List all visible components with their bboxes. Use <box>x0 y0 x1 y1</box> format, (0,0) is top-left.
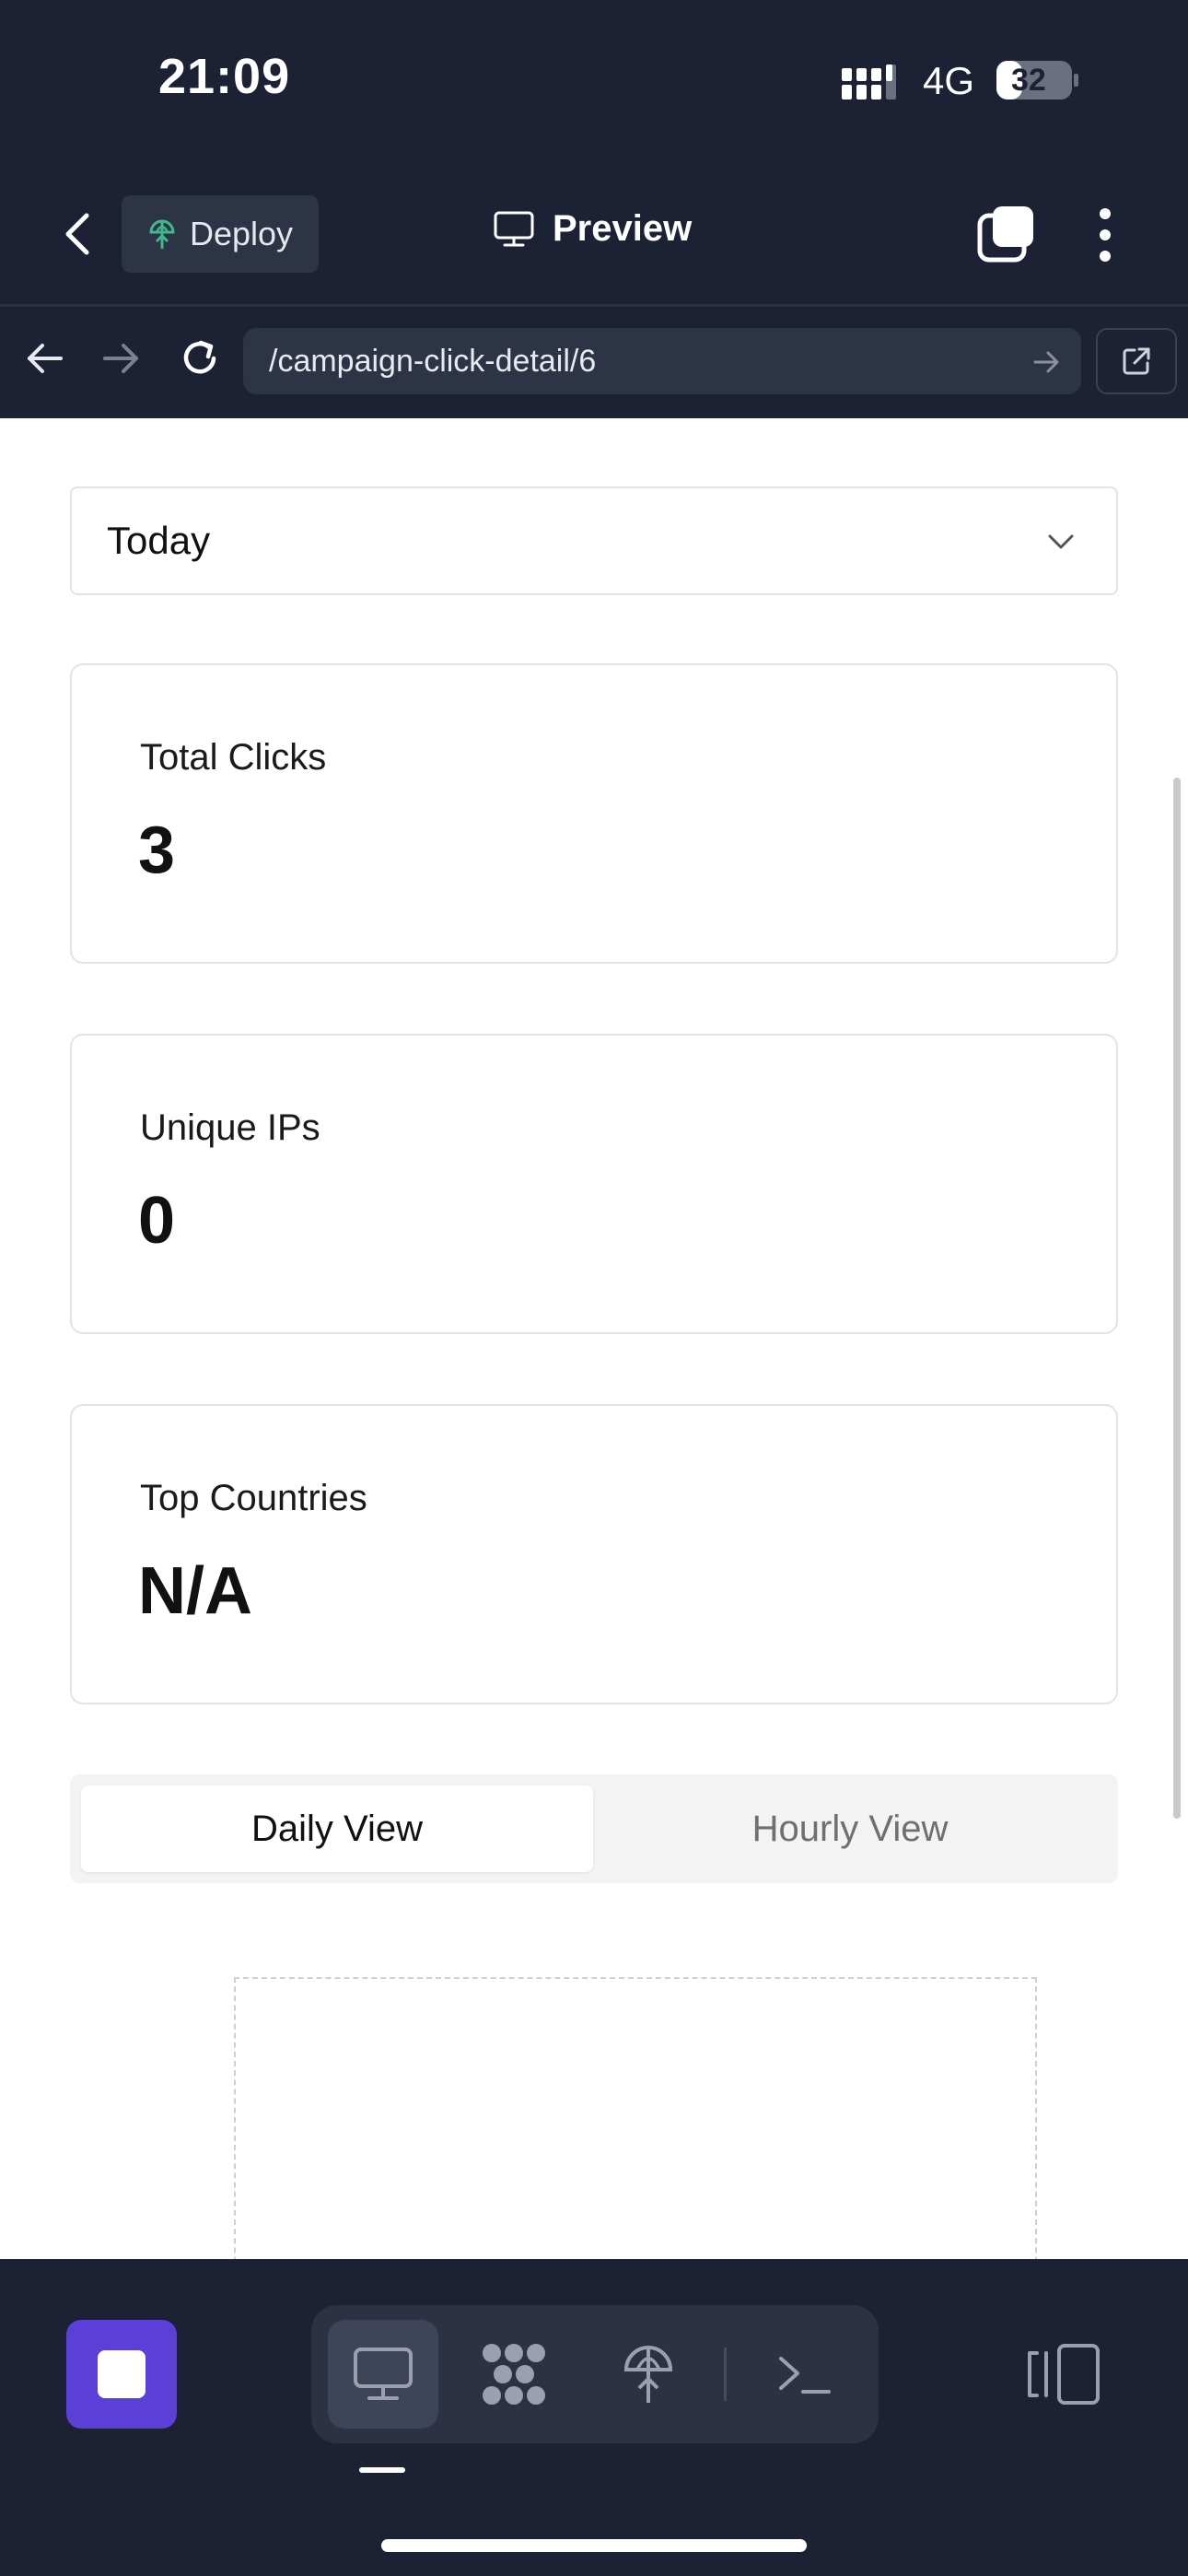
stat-value: 3 <box>138 814 176 887</box>
globe-icon <box>623 2346 673 2403</box>
chevron-down-icon <box>1048 534 1074 549</box>
url-text: /campaign-click-detail/6 <box>269 343 597 379</box>
deploy-button[interactable]: Deploy <box>122 195 319 273</box>
stat-card-unique-ips: Unique IPs 0 <box>70 1034 1118 1334</box>
stat-label: Unique IPs <box>140 1107 320 1148</box>
stop-icon <box>98 2350 146 2398</box>
view-toggle: Daily View Hourly View <box>70 1774 1118 1883</box>
scrollbar[interactable] <box>1173 778 1181 1819</box>
stat-value: 0 <box>138 1184 176 1258</box>
url-input[interactable]: /campaign-click-detail/6 <box>243 328 1081 394</box>
tool-group <box>311 2305 879 2443</box>
date-range-value: Today <box>107 519 211 562</box>
apps-icon <box>483 2344 545 2405</box>
active-tab-indicator <box>359 2467 405 2473</box>
open-external-button[interactable] <box>1096 328 1177 394</box>
chart-placeholder <box>234 1977 1037 2259</box>
tool-deploy-button[interactable] <box>593 2320 704 2429</box>
external-link-icon <box>1123 347 1150 375</box>
terminal-icon <box>779 2357 831 2394</box>
arrow-left-icon[interactable] <box>24 337 66 380</box>
go-arrow-icon[interactable] <box>1030 346 1063 378</box>
stat-card-total-clicks: Total Clicks 3 <box>70 663 1118 964</box>
arrow-right-icon[interactable] <box>99 337 142 380</box>
stat-value: N/A <box>138 1554 252 1628</box>
chevron-left-icon[interactable] <box>55 206 103 262</box>
tabs-icon[interactable] <box>976 205 1037 265</box>
web-preview: Today Total Clicks 3 Unique IPs 0 Top Co… <box>0 418 1188 2259</box>
globe-icon <box>149 219 175 249</box>
stat-label: Total Clicks <box>140 737 327 778</box>
stat-label: Top Countries <box>140 1478 367 1518</box>
network-type: 4G <box>923 59 975 102</box>
tab-hourly-view[interactable]: Hourly View <box>593 1786 1107 1872</box>
battery-indicator: 32 <box>996 59 1079 101</box>
home-indicator <box>381 2539 807 2552</box>
stop-button[interactable] <box>66 2320 177 2429</box>
panel-icon[interactable] <box>1026 2340 1103 2408</box>
tab-daily-view[interactable]: Daily View <box>81 1786 593 1872</box>
monitor-icon <box>354 2348 413 2400</box>
toolbar-divider <box>724 2348 727 2401</box>
deploy-label: Deploy <box>190 215 294 252</box>
preview-label: Preview <box>553 208 693 249</box>
reload-icon[interactable] <box>177 335 223 381</box>
signal-icon <box>842 64 896 100</box>
status-time: 21:09 <box>158 49 291 104</box>
tool-preview-button[interactable] <box>328 2320 438 2429</box>
tool-terminal-button[interactable] <box>750 2320 860 2429</box>
header-divider <box>0 304 1188 307</box>
more-vertical-icon[interactable] <box>1087 205 1124 265</box>
monitor-icon <box>494 211 534 246</box>
date-range-select[interactable]: Today <box>70 486 1118 595</box>
preview-title: Preview <box>494 208 692 250</box>
stat-card-top-countries: Top Countries N/A <box>70 1404 1118 1704</box>
battery-level: 32 <box>1011 63 1046 98</box>
tool-apps-button[interactable] <box>459 2320 569 2429</box>
